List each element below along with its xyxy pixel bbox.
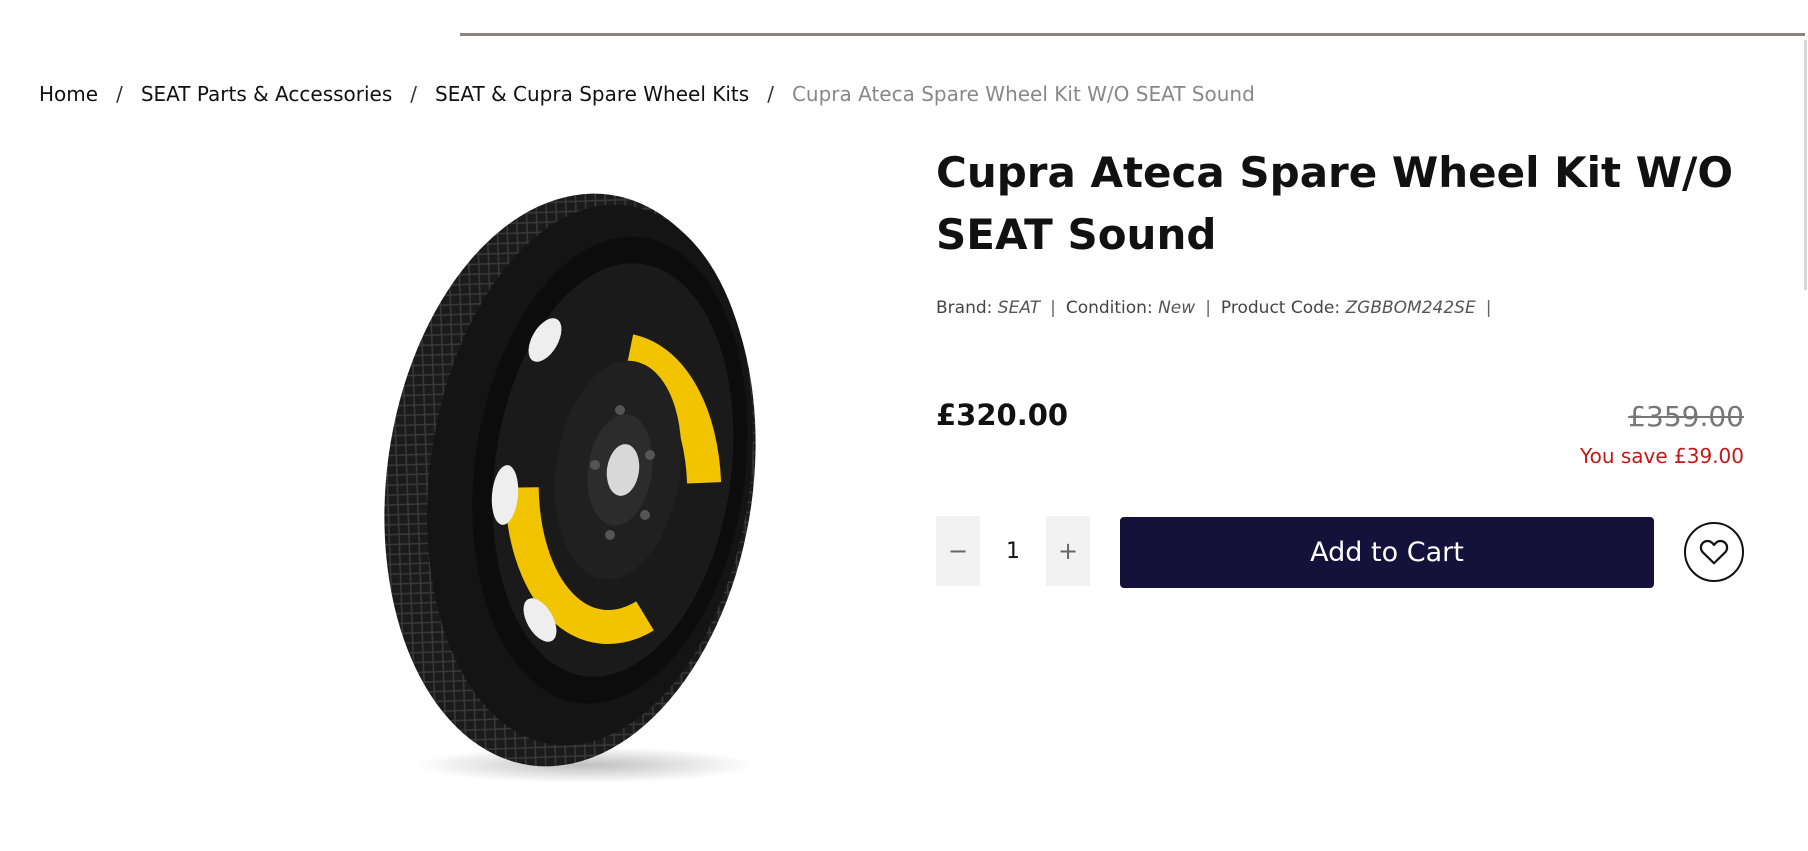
breadcrumb-current: Cupra Ateca Spare Wheel Kit W/O SEAT Sou… xyxy=(791,82,1255,106)
breadcrumb-home[interactable]: Home xyxy=(39,82,98,106)
quantity-input[interactable]: 1 xyxy=(980,516,1046,586)
product-meta: Brand: SEAT | Condition: New | Product Code:… xyxy=(936,298,1501,318)
brand-value: SEAT xyxy=(997,298,1041,318)
breadcrumb-spare-wheel-kits[interactable]: SEAT & Cupra Spare Wheel Kits xyxy=(435,82,749,106)
meta-separator: | xyxy=(1205,298,1211,318)
savings-text: You save £39.00 xyxy=(1580,444,1744,468)
scrollbar[interactable] xyxy=(1804,40,1807,290)
heart-icon xyxy=(1699,539,1729,565)
header-divider xyxy=(460,33,1805,36)
wishlist-button[interactable] xyxy=(1684,522,1744,582)
decrease-quantity-button[interactable]: − xyxy=(936,516,980,586)
brand-label: Brand: xyxy=(936,298,993,318)
breadcrumb-separator: / xyxy=(767,82,774,106)
spare-wheel-image xyxy=(384,193,756,783)
meta-separator: | xyxy=(1485,298,1492,318)
breadcrumb-separator: / xyxy=(410,82,418,106)
breadcrumb: Home / SEAT Parts & Accessories / SEAT &… xyxy=(39,82,1255,106)
breadcrumb-seat-parts[interactable]: SEAT Parts & Accessories xyxy=(141,82,392,106)
increase-quantity-button[interactable]: + xyxy=(1046,516,1090,586)
condition-value: New xyxy=(1158,298,1196,318)
product-image[interactable] xyxy=(355,170,795,790)
product-code-value: ZGBBOM242SE xyxy=(1345,298,1476,318)
condition-label: Condition: xyxy=(1065,298,1153,318)
quantity-stepper: − 1 + xyxy=(936,516,1090,586)
product-code-label: Product Code: xyxy=(1220,298,1341,318)
current-price: £320.00 xyxy=(936,398,1069,432)
meta-separator: | xyxy=(1050,298,1056,318)
add-to-cart-button[interactable]: Add to Cart xyxy=(1120,517,1654,588)
old-price: £359.00 xyxy=(1628,400,1744,433)
product-title: Cupra Ateca Spare Wheel Kit W/O SEAT Sou… xyxy=(936,148,1734,259)
breadcrumb-separator: / xyxy=(116,82,123,106)
